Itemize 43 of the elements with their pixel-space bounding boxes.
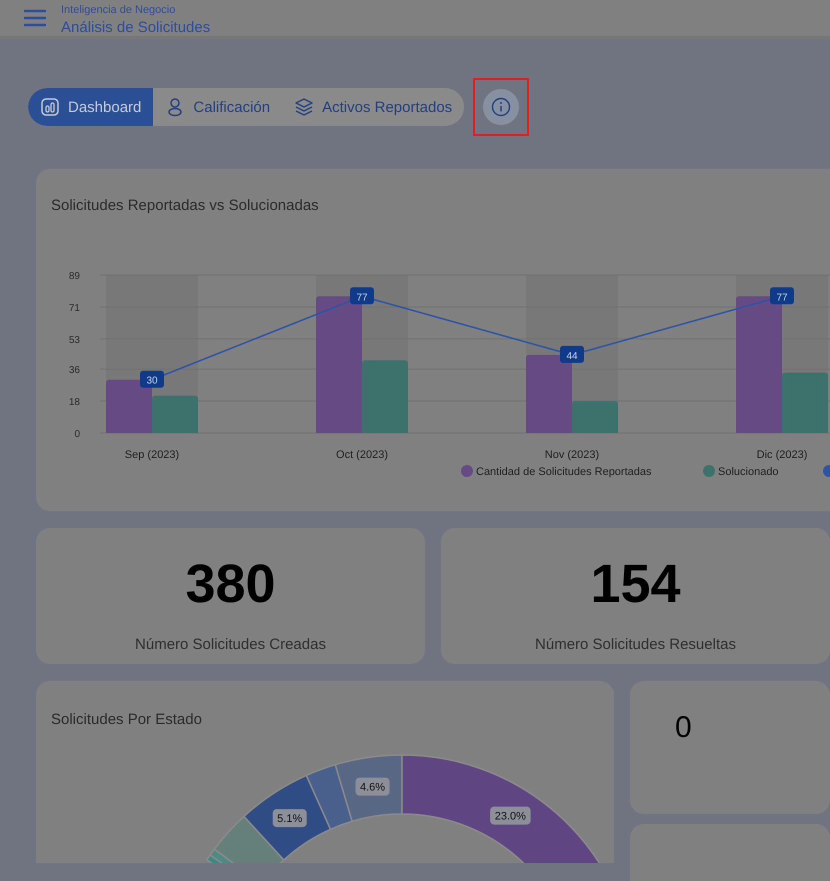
data-label: 77 — [350, 287, 374, 304]
legend-label[interactable]: Cantidad de Solicitudes Reportadas — [476, 466, 652, 478]
axis-tick-label: 71 — [68, 302, 80, 314]
app-subtitle: Inteligencia de Negocio — [61, 4, 176, 16]
data-label: 23.0% — [494, 810, 526, 823]
kpi-value: 380 — [185, 553, 276, 616]
axis-tick-label: 89 — [68, 271, 80, 282]
page-title: Análisis de Solicitudes — [61, 19, 210, 36]
tab[interactable]: Calificación — [153, 88, 282, 126]
axis-category-label: Nov (2023) — [544, 449, 600, 461]
data-label: 77 — [356, 292, 368, 304]
bar-chart-icon — [40, 97, 60, 117]
data-label: 5.1% — [277, 813, 302, 826]
data-label: 23.0% — [490, 806, 531, 825]
axis-tick-label: 53 — [68, 334, 80, 346]
kpi-value: 154 — [590, 553, 681, 616]
data-label: 4.6% — [356, 778, 390, 796]
kpi-label: Número Solicitudes Resueltas — [535, 636, 736, 653]
legend-label[interactable]: Solucionado — [718, 466, 779, 478]
info-icon — [491, 97, 512, 117]
tab[interactable]: Activos Reportados — [282, 88, 464, 126]
stat-value: 0 — [675, 711, 692, 744]
chart-title: Solicitudes Por Estado — [51, 711, 202, 728]
axis-category-label: Sep (2023) — [124, 449, 180, 461]
axis-tick-label: 36 — [68, 365, 80, 376]
data-label: 77 — [776, 292, 788, 304]
chart-title: Solicitudes Reportadas vs Solucionadas — [51, 197, 319, 214]
data-label: 30 — [140, 370, 164, 388]
layers-icon — [294, 97, 314, 117]
data-label: 5.1% — [272, 809, 307, 828]
info-button[interactable] — [483, 89, 520, 125]
data-label: 77 — [770, 287, 794, 304]
menu-icon[interactable] — [24, 9, 46, 27]
axis-tick-label: 0 — [74, 429, 80, 440]
axis-tick-label: 18 — [68, 397, 80, 408]
kpi-label: Número Solicitudes Creadas — [135, 636, 326, 653]
data-label: 44 — [560, 346, 584, 363]
data-label: 30 — [146, 376, 158, 387]
axis-category-label: Dic (2023) — [756, 449, 808, 461]
data-label: 4.6% — [360, 782, 386, 794]
tab[interactable]: Dashboard — [28, 88, 154, 126]
data-label: 44 — [566, 350, 578, 362]
axis-category-label: Oct (2023) — [336, 449, 388, 461]
